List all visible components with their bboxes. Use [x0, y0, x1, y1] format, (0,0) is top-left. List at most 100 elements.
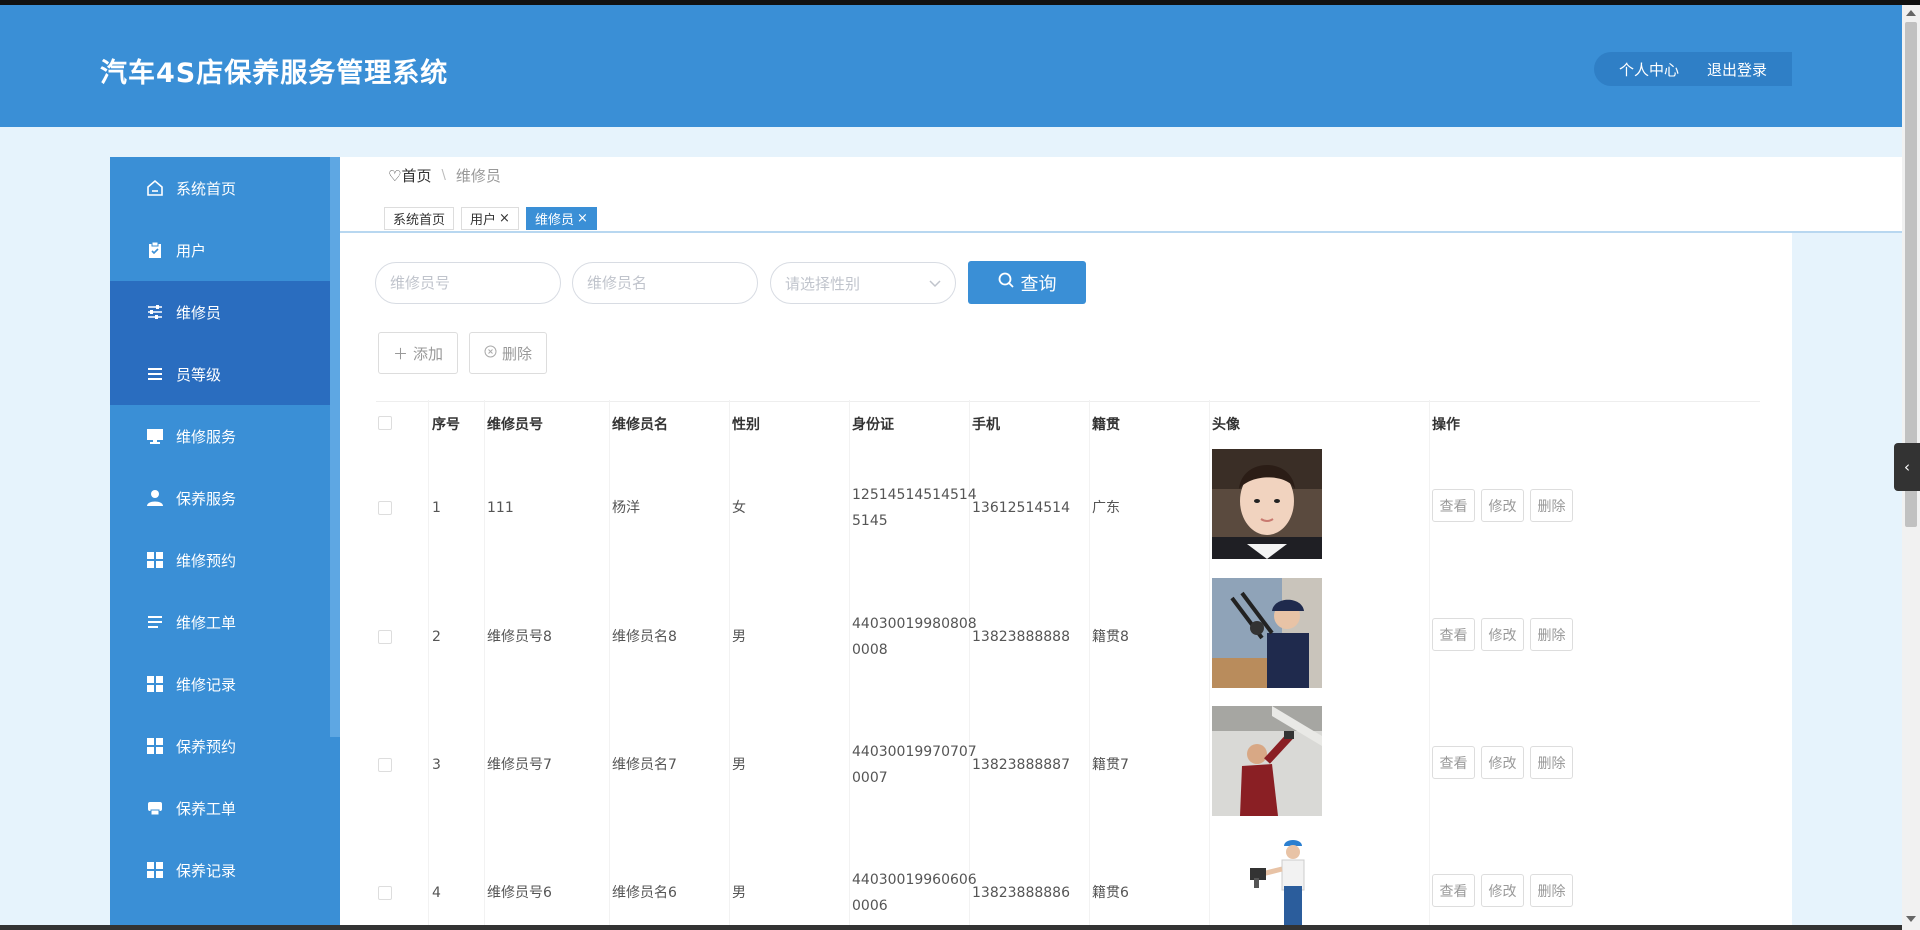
cell-staff-name: 维修员名8 — [612, 629, 677, 645]
column-divider — [729, 400, 730, 930]
edit-button[interactable]: 修改 — [1481, 489, 1524, 522]
cell-gender: 男 — [732, 885, 746, 901]
sidebar: 系统首页 用户 维修员 员等级 维修服务 保养服务 维修预约 维修工单 维修记录… — [110, 157, 340, 930]
printer-icon — [146, 799, 164, 817]
delete-button[interactable]: 删除 — [1530, 489, 1573, 522]
search-icon — [998, 272, 1015, 294]
sidebar-scrollbar[interactable] — [330, 157, 340, 737]
sidebar-item-repair-order[interactable]: 维修工单 — [110, 591, 340, 653]
batch-delete-button-label: 删除 — [501, 344, 532, 363]
sidebar-item-repair-record[interactable]: 维修记录 — [110, 653, 340, 715]
sidebar-item-users[interactable]: 用户 — [110, 219, 340, 281]
view-button[interactable]: 查看 — [1432, 618, 1475, 651]
cell-staff-no: 维修员号7 — [487, 757, 552, 773]
sidebar-item-repairman[interactable]: 维修员 — [110, 281, 340, 343]
row-checkbox[interactable] — [378, 630, 392, 644]
header-ops: 操作 — [1432, 417, 1460, 433]
sidebar-item-repair-appointment[interactable]: 维修预约 — [110, 529, 340, 591]
scroll-up-arrow-icon[interactable] — [1906, 10, 1916, 16]
sidebar-item-repair-service[interactable]: 维修服务 — [110, 405, 340, 467]
tab-repairman[interactable]: 维修员 × — [525, 207, 597, 230]
sidebar-item-maintenance-appointment[interactable]: 保养预约 — [110, 715, 340, 777]
row-checkbox[interactable] — [378, 758, 392, 772]
sidebar-item-label: 维修工单 — [176, 613, 237, 632]
cell-gender: 男 — [732, 629, 746, 645]
user-menu: 个人中心 退出登录 — [1594, 52, 1792, 86]
cell-id-card: 44030019960606 0006 — [852, 867, 977, 919]
cell-native: 籍贯8 — [1092, 629, 1129, 645]
sidebar-item-maintenance-service[interactable]: 保养服务 — [110, 467, 340, 529]
home-icon — [146, 179, 164, 197]
tab-home[interactable]: 系统首页 — [384, 207, 455, 230]
logout-link[interactable]: 退出登录 — [1707, 59, 1767, 80]
id-card-line: 44030019960606 — [852, 872, 977, 888]
cell-id-card: 12514514514514 5145 — [852, 482, 977, 534]
delete-button[interactable]: 删除 — [1530, 618, 1573, 651]
staff-no-input[interactable] — [375, 262, 561, 304]
edit-button[interactable]: 修改 — [1481, 874, 1524, 907]
delete-button[interactable]: 删除 — [1530, 746, 1573, 779]
header-native: 籍贯 — [1092, 417, 1120, 433]
edit-button[interactable]: 修改 — [1481, 746, 1524, 779]
column-divider — [609, 400, 610, 930]
grid-icon — [146, 551, 164, 569]
cell-native: 籍贯7 — [1092, 757, 1129, 773]
column-divider — [969, 400, 970, 930]
gender-select[interactable]: 请选择性别 — [770, 262, 956, 304]
view-button[interactable]: 查看 — [1432, 746, 1475, 779]
column-divider — [1089, 400, 1090, 930]
cell-native: 籍贯6 — [1092, 885, 1129, 901]
grid-icon — [146, 737, 164, 755]
breadcrumb-home[interactable]: ♡首页 — [388, 165, 431, 186]
view-button[interactable]: 查看 — [1432, 874, 1475, 907]
personal-center-link[interactable]: 个人中心 — [1619, 59, 1679, 80]
cell-staff-name: 杨洋 — [612, 500, 640, 516]
avatar-photo — [1212, 834, 1322, 925]
cell-index: 3 — [432, 757, 441, 773]
header-staff-no: 维修员号 — [487, 417, 543, 433]
column-divider — [484, 400, 485, 930]
row-checkbox[interactable] — [378, 886, 392, 900]
cell-id-card: 44030019980808 0008 — [852, 611, 977, 663]
chevron-down-icon — [929, 274, 941, 292]
cell-staff-no: 111 — [487, 500, 514, 516]
cell-gender: 女 — [732, 500, 746, 516]
header-avatar: 头像 — [1212, 417, 1240, 433]
cell-phone: 13823888886 — [972, 885, 1070, 901]
scroll-down-arrow-icon[interactable] — [1906, 916, 1916, 922]
edit-button[interactable]: 修改 — [1481, 618, 1524, 651]
clipboard-icon — [146, 241, 164, 259]
cell-phone: 13612514514 — [972, 500, 1070, 516]
close-icon[interactable]: × — [499, 211, 510, 226]
cell-staff-name: 维修员名6 — [612, 885, 677, 901]
sidebar-item-maintenance-order[interactable]: 保养工单 — [110, 777, 340, 839]
delete-button[interactable]: 删除 — [1530, 874, 1573, 907]
collapse-panel-button[interactable]: ‹ — [1894, 443, 1920, 491]
add-button-label: 添加 — [413, 344, 444, 363]
query-button[interactable]: 查询 — [968, 261, 1086, 304]
grid-icon — [146, 861, 164, 879]
sidebar-item-home[interactable]: 系统首页 — [110, 157, 340, 219]
view-button[interactable]: 查看 — [1432, 489, 1475, 522]
row-checkbox[interactable] — [378, 501, 392, 515]
circle-close-icon — [484, 344, 497, 362]
sidebar-item-label: 维修服务 — [176, 427, 237, 446]
batch-delete-button[interactable]: 删除 — [469, 332, 547, 374]
breadcrumb-current: 维修员 — [455, 167, 501, 185]
tab-label: 用户 — [470, 213, 497, 228]
query-button-label: 查询 — [1020, 273, 1057, 295]
sidebar-item-maintenance-record[interactable]: 保养记录 — [110, 839, 340, 901]
id-card-line: 0006 — [852, 898, 888, 914]
close-icon[interactable]: × — [577, 211, 588, 226]
sidebar-item-staff-level[interactable]: 员等级 — [110, 343, 340, 405]
plus-icon: ＋ — [392, 344, 408, 363]
select-all-checkbox[interactable] — [378, 416, 392, 430]
tab-label: 维修员 — [534, 213, 574, 228]
avatar-photo — [1212, 449, 1322, 559]
add-button[interactable]: ＋ 添加 — [378, 332, 458, 374]
column-divider — [428, 400, 429, 930]
tab-users[interactable]: 用户 × — [461, 207, 519, 230]
avatar-photo — [1212, 578, 1322, 688]
window-bottom-edge — [0, 925, 1902, 930]
staff-name-input[interactable] — [572, 262, 758, 304]
